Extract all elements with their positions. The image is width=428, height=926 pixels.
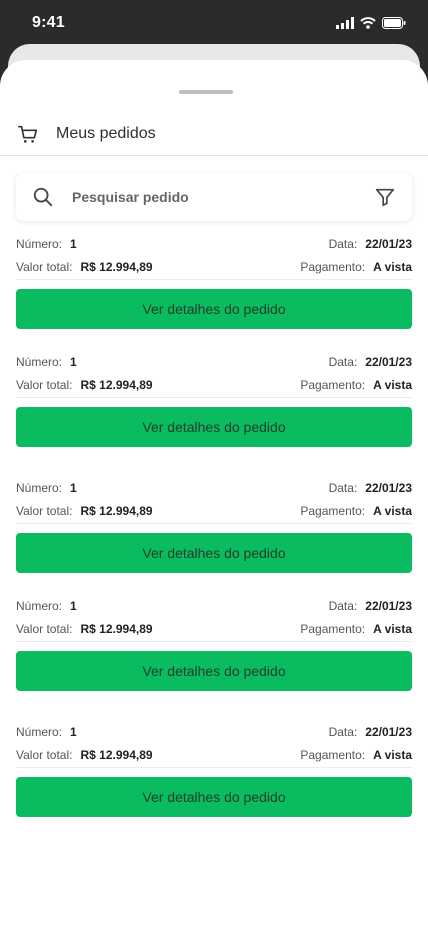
- order-total-group: Valor total: R$ 12.994,89: [16, 378, 153, 392]
- order-total: R$ 12.994,89: [80, 503, 153, 518]
- order-number: 1: [70, 725, 77, 739]
- view-order-details-button[interactable]: Ver detalhes do pedido: [16, 651, 412, 691]
- status-icons: [336, 17, 406, 29]
- order-date-label: Data:: [328, 725, 358, 739]
- order-date-label: Data:: [328, 355, 358, 369]
- order-date: 22/01/23: [365, 725, 412, 739]
- filter-icon[interactable]: [374, 186, 396, 208]
- order-total: R$ 12.994,89: [80, 747, 153, 762]
- order-total-label: Valor total:: [16, 503, 73, 518]
- cart-icon: [18, 125, 38, 143]
- search-icon[interactable]: [32, 186, 54, 208]
- sheet-drag-handle[interactable]: [179, 90, 233, 94]
- order-row-bottom: Valor total: R$ 12.994,89 Pagamento: A vis…: [16, 256, 412, 280]
- order-payment-group: Pagamento: A vista: [300, 504, 412, 518]
- order-total-group: Valor total: R$ 12.994,89: [16, 504, 153, 518]
- status-bar: 9:41: [0, 0, 428, 46]
- order-payment-label: Pagamento:: [300, 503, 366, 518]
- battery-icon: [382, 17, 406, 29]
- order-payment: A vista: [373, 621, 412, 636]
- view-order-details-button[interactable]: Ver detalhes do pedido: [16, 407, 412, 447]
- order-number-label: Número:: [16, 355, 63, 369]
- order-number-label: Número:: [16, 599, 63, 613]
- order-date: 22/01/23: [365, 599, 412, 613]
- order-date-group: Data: 22/01/23: [329, 599, 412, 613]
- order-row-bottom: Valor total: R$ 12.994,89 Pagamento: A vis…: [16, 500, 412, 524]
- order-number: 1: [70, 355, 77, 369]
- order-date: 22/01/23: [365, 481, 412, 495]
- wifi-icon: [360, 17, 376, 29]
- signal-icon: [336, 17, 354, 29]
- order-payment-group: Pagamento: A vista: [300, 378, 412, 392]
- order-date-group: Data: 22/01/23: [329, 481, 412, 495]
- order-number: 1: [70, 237, 77, 251]
- order-row-top: Número: 1 Data: 22/01/23: [16, 594, 412, 618]
- order-row-top: Número: 1 Data: 22/01/23: [16, 350, 412, 374]
- order-row-bottom: Valor total: R$ 12.994,89 Pagamento: A vis…: [16, 374, 412, 398]
- order-date: 22/01/23: [365, 355, 412, 369]
- order-number-label: Número:: [16, 481, 63, 495]
- search-bar: [16, 173, 412, 221]
- order-date-label: Data:: [328, 599, 358, 613]
- order-payment-label: Pagamento:: [300, 377, 366, 392]
- order-number-group: Número: 1: [16, 599, 77, 613]
- order-total: R$ 12.994,89: [80, 621, 153, 636]
- order-payment-group: Pagamento: A vista: [300, 260, 412, 274]
- order-number-group: Número: 1: [16, 355, 77, 369]
- orders-list: Número: 1 Data: 22/01/23 Valor total: R$ 12…: [16, 232, 412, 838]
- order-payment-label: Pagamento:: [300, 259, 366, 274]
- order-card: Número: 1 Data: 22/01/23 Valor total: R$ 12…: [16, 350, 412, 476]
- order-total: R$ 12.994,89: [80, 259, 153, 274]
- order-payment-group: Pagamento: A vista: [300, 748, 412, 762]
- order-total-label: Valor total:: [16, 747, 73, 762]
- order-total: R$ 12.994,89: [80, 377, 153, 392]
- search-input[interactable]: [72, 189, 374, 205]
- order-payment: A vista: [373, 747, 412, 762]
- order-total-group: Valor total: R$ 12.994,89: [16, 622, 153, 636]
- order-total-label: Valor total:: [16, 259, 73, 274]
- order-number-group: Número: 1: [16, 725, 77, 739]
- order-row-top: Número: 1 Data: 22/01/23: [16, 476, 412, 500]
- order-number-label: Número:: [16, 237, 63, 251]
- order-total-group: Valor total: R$ 12.994,89: [16, 748, 153, 762]
- page-title: Meus pedidos: [56, 124, 156, 142]
- view-order-details-button[interactable]: Ver detalhes do pedido: [16, 777, 412, 817]
- view-order-details-button[interactable]: Ver detalhes do pedido: [16, 289, 412, 329]
- order-date-group: Data: 22/01/23: [329, 725, 412, 739]
- order-payment-label: Pagamento:: [300, 621, 366, 636]
- order-date: 22/01/23: [365, 237, 412, 251]
- status-time: 9:41: [32, 14, 65, 31]
- order-date-label: Data:: [328, 481, 358, 495]
- order-number: 1: [70, 481, 77, 495]
- order-number-group: Número: 1: [16, 481, 77, 495]
- order-card: Número: 1 Data: 22/01/23 Valor total: R$ 12…: [16, 476, 412, 594]
- order-number-label: Número:: [16, 725, 63, 739]
- order-payment: A vista: [373, 259, 412, 274]
- order-date-group: Data: 22/01/23: [329, 237, 412, 251]
- order-row-top: Número: 1 Data: 22/01/23: [16, 232, 412, 256]
- order-row-bottom: Valor total: R$ 12.994,89 Pagamento: A vis…: [16, 618, 412, 642]
- order-number-group: Número: 1: [16, 237, 77, 251]
- order-total-label: Valor total:: [16, 621, 73, 636]
- order-card: Número: 1 Data: 22/01/23 Valor total: R$ 12…: [16, 720, 412, 838]
- order-card: Número: 1 Data: 22/01/23 Valor total: R$ 12…: [16, 232, 412, 350]
- orders-sheet: Meus pedidos Número: 1 Data: 22/01/23 Valo…: [0, 60, 428, 926]
- view-order-details-button[interactable]: Ver detalhes do pedido: [16, 533, 412, 573]
- order-date-group: Data: 22/01/23: [329, 355, 412, 369]
- order-date-label: Data:: [328, 237, 358, 251]
- order-card: Número: 1 Data: 22/01/23 Valor total: R$ 12…: [16, 594, 412, 720]
- order-payment-label: Pagamento:: [300, 747, 366, 762]
- order-total-group: Valor total: R$ 12.994,89: [16, 260, 153, 274]
- order-total-label: Valor total:: [16, 377, 73, 392]
- order-row-top: Número: 1 Data: 22/01/23: [16, 720, 412, 744]
- sheet-header: Meus pedidos: [0, 112, 428, 156]
- order-row-bottom: Valor total: R$ 12.994,89 Pagamento: A vis…: [16, 744, 412, 768]
- order-payment: A vista: [373, 503, 412, 518]
- order-payment-group: Pagamento: A vista: [300, 622, 412, 636]
- order-payment: A vista: [373, 377, 412, 392]
- order-number: 1: [70, 599, 77, 613]
